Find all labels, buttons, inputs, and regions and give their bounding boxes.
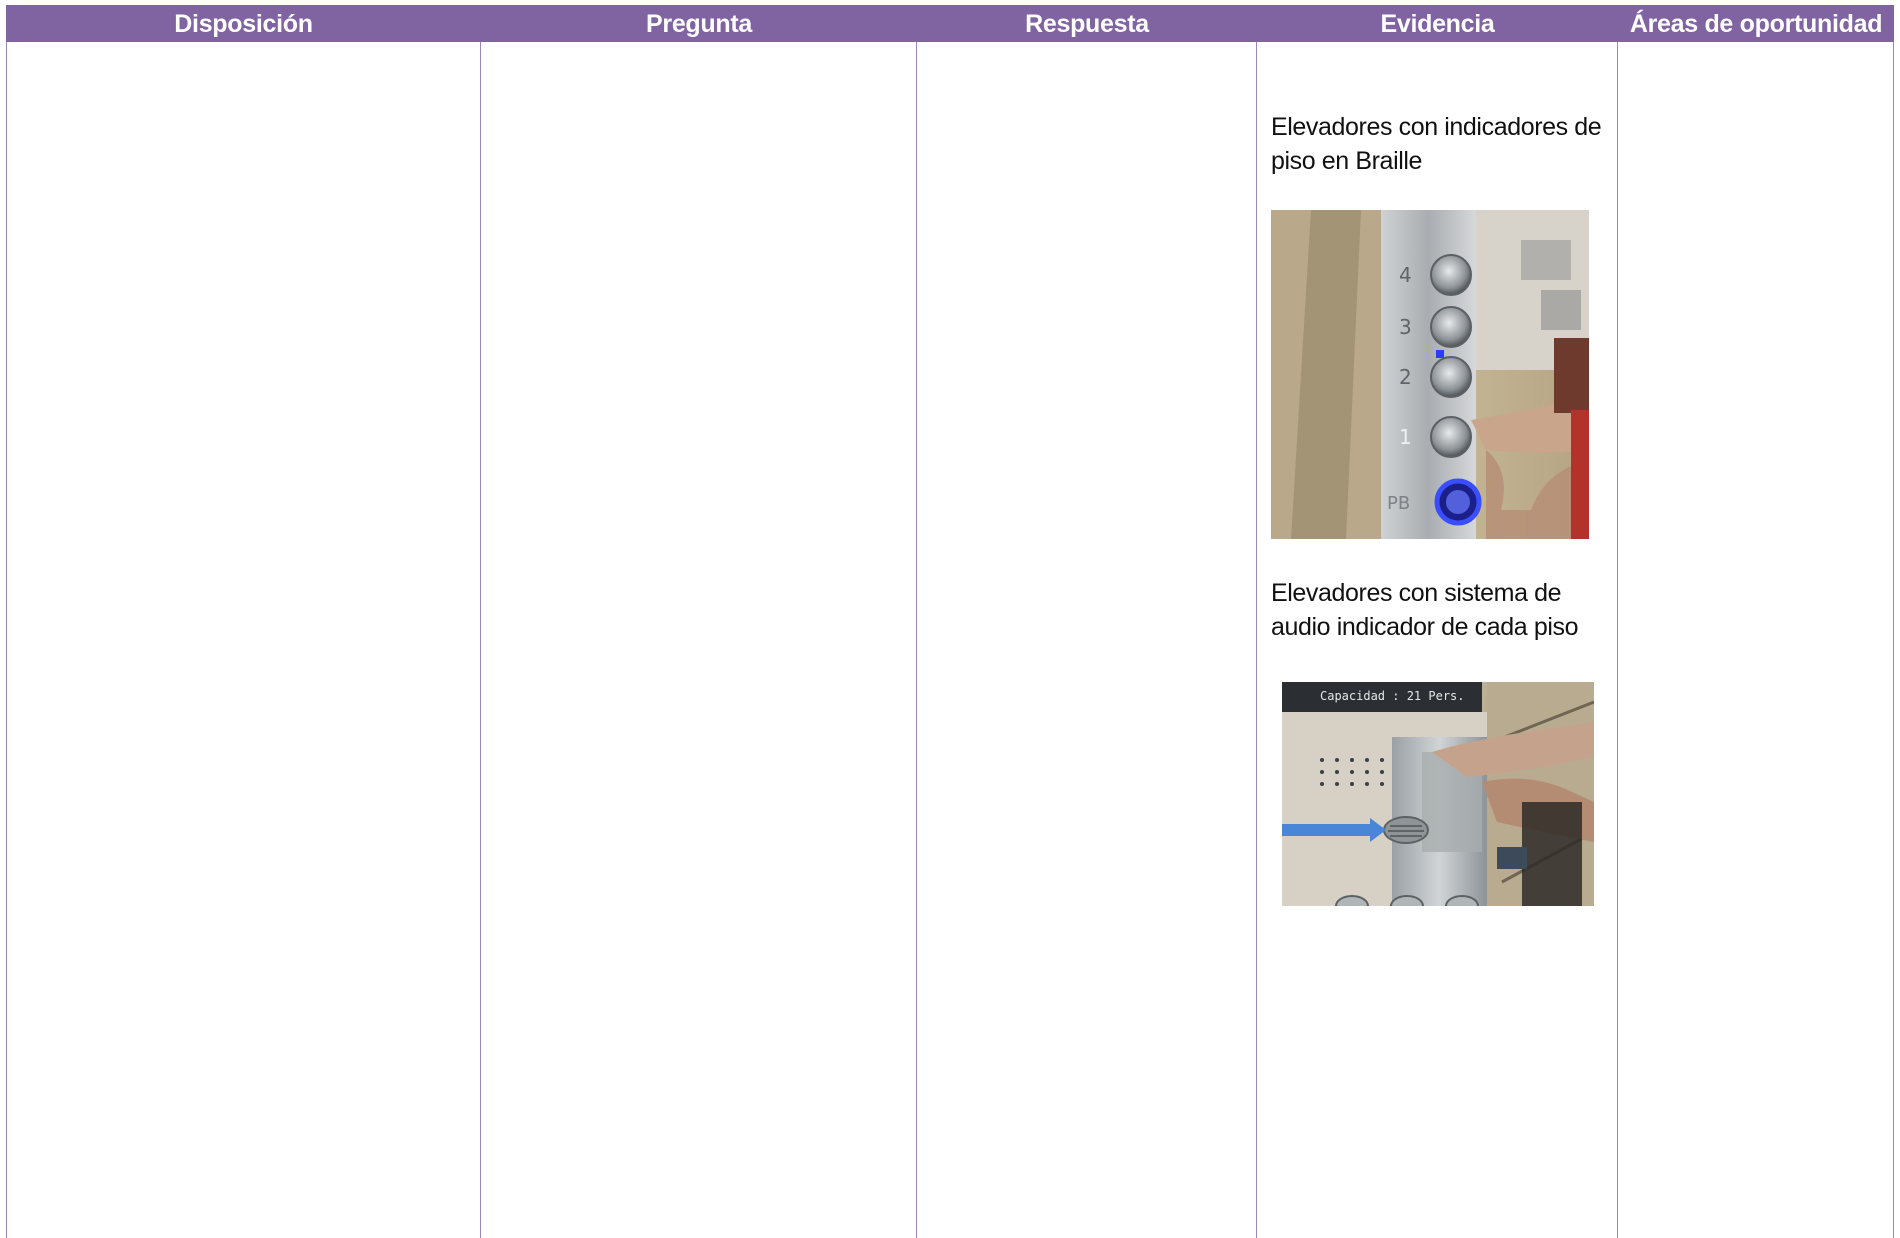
capacity-sign-text: Capacidad : 21 Pers.: [1320, 689, 1465, 703]
evidence-caption-braille: Elevadores con indicadores de piso en Br…: [1271, 113, 1602, 175]
header-pregunta: Pregunta: [646, 10, 752, 38]
header-evidencia: Evidencia: [1380, 10, 1495, 38]
column-divider-2: [916, 42, 917, 1238]
elevator-braille-photo: 4 3 2 1 PB: [1271, 210, 1589, 539]
evidence-caption-audio: Elevadores con sistema de audio indicado…: [1271, 579, 1579, 641]
column-border-left: [6, 42, 7, 1238]
floor-label-2: 2: [1399, 365, 1412, 389]
column-divider-3: [1256, 42, 1257, 1238]
column-divider-1: [480, 42, 481, 1238]
floor-label-pb: PB: [1387, 493, 1410, 514]
evidence-table: Disposición Pregunta Respuesta Evidencia…: [6, 5, 1894, 1238]
column-divider-4: [1617, 42, 1618, 1238]
floor-label-4: 4: [1399, 263, 1412, 287]
header-areas-oportunidad: Áreas de oportunidad: [1629, 10, 1883, 38]
header-disposicion: Disposición: [174, 10, 313, 38]
header-respuesta: Respuesta: [1025, 10, 1149, 38]
column-border-right: [1893, 42, 1894, 1238]
floor-label-1: 1: [1399, 425, 1412, 449]
elevator-audio-photo: Capacidad : 21 Pers.: [1282, 682, 1594, 906]
table-header-row: Disposición Pregunta Respuesta Evidencia…: [6, 5, 1894, 42]
floor-label-3: 3: [1399, 315, 1412, 339]
